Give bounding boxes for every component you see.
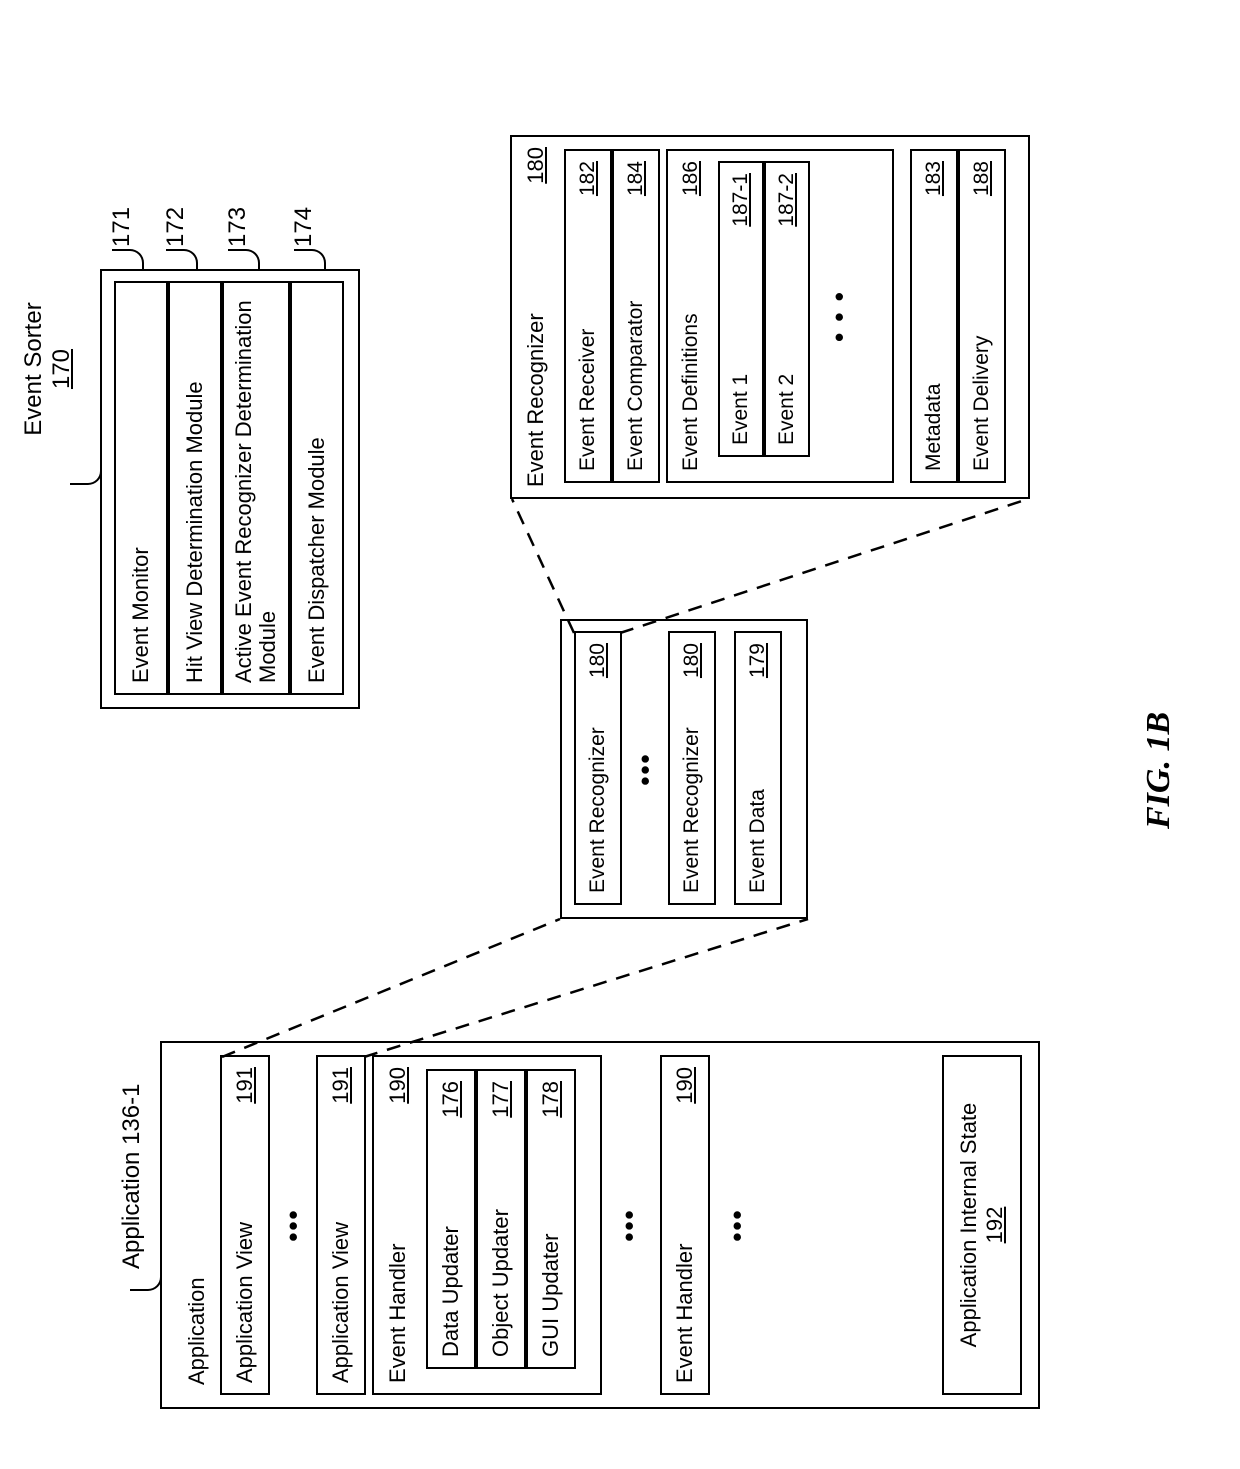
event-definitions-header: Event Definitions 186 [668,151,714,481]
ellipsis: ••• [614,1043,645,1407]
row-label: Event Delivery [970,208,994,471]
app-view-row-1: Application View 191 [316,1055,366,1395]
recognizer-detail-row-1: Event Comparator 184 [612,149,660,483]
row-label: Application View [232,1116,258,1383]
row-label: Event Data [746,690,770,893]
leader-tick [112,249,144,269]
recognizer-detail-box: Event Recognizer 180 Event Receiver 182 … [510,135,1030,499]
row-ref: 180 [680,643,704,690]
row-label: Metadata [922,208,946,471]
event-def-row-0: Event 1 187-1 [718,161,764,457]
row-label: Active Event Recognizer Determination Mo… [232,293,280,683]
ref-174: 174 [290,207,318,247]
row-ref: 187-2 [775,173,799,239]
event-handler-row-1: Object Updater 177 [476,1069,526,1369]
recognizer-group-box: Event Recognizer 180 ••• Event Recognize… [560,619,808,919]
row-ref: 190 [385,1067,411,1116]
row-ref: 187-1 [729,173,753,239]
event-data-row: Event Data 179 [734,631,782,905]
event-sorter-title: Event Sorter 170 [20,289,76,449]
row-label: Application View [328,1116,354,1383]
event-sorter-row-1: Hit View Determination Module [168,281,222,695]
figure-label: FIG. 1B [1140,712,1178,829]
ref-171: 171 [108,207,136,247]
row-label: Event 2 [775,239,799,445]
event-definitions-box: Event Definitions 186 Event 1 187-1 Even… [666,149,894,483]
leader-tick-application [130,1271,162,1291]
row-label: Event Recognizer [523,196,549,487]
recognizer-detail-row-0: Event Receiver 182 [564,149,612,483]
application-box: Application Application View 191 ••• App… [160,1041,1040,1409]
application-header-text: Application [184,1065,210,1385]
leader-tick-event-sorter [70,465,102,485]
row-ref: 191 [328,1067,354,1116]
row-label: Event Handler [385,1116,411,1383]
leader-tick [228,249,260,269]
row-label: Event Recognizer [680,690,704,893]
row-label: Event 1 [729,239,753,445]
event-handler-header: Event Handler 190 [374,1057,422,1393]
recognizer-row-0: Event Recognizer 180 [574,631,622,905]
row-ref: 186 [679,161,703,208]
row-ref: 183 [922,161,946,208]
row-label: Event Recognizer [586,690,610,893]
event-sorter-row-0: Event Monitor [114,281,168,695]
row-ref: 192 [982,1207,1008,1244]
app-view-row-0: Application View 191 [220,1055,270,1395]
event-sorter-box: Event Monitor Hit View Determination Mod… [100,269,360,709]
row-label: Event Monitor [128,293,154,683]
row-label: Event Dispatcher Module [304,293,330,683]
row-ref: 176 [438,1081,464,1130]
row-label: Event Handler [672,1116,698,1383]
ellipsis: ••• [630,621,661,917]
application-callout: Application 136-1 [118,1084,146,1269]
row-ref: 190 [672,1067,698,1116]
row-label: Data Updater [438,1130,464,1357]
ellipsis: ••• [722,1043,753,1407]
event-sorter-row-3: Event Dispatcher Module [290,281,344,695]
row-label: Event Receiver [576,208,600,471]
app-internal-state: Application Internal State 192 [942,1055,1022,1395]
event-handler-row-0: Data Updater 176 [426,1069,476,1369]
ref-172: 172 [162,207,190,247]
row-ref: 179 [746,643,770,690]
row-ref: 180 [586,643,610,690]
event-sorter-row-2: Active Event Recognizer Determination Mo… [222,281,290,695]
event-sorter-title-text: Event Sorter [20,302,47,435]
row-ref: 184 [624,161,648,208]
row-ref: 191 [232,1067,258,1116]
row-label: Hit View Determination Module [182,293,208,683]
diagram-canvas: Event Sorter 170 Event Monitor Hit View … [0,229,1240,1469]
event-def-row-1: Event 2 187-2 [764,161,810,457]
event-handler-row-2: GUI Updater 178 [526,1069,576,1369]
recognizer-row-1: Event Recognizer 180 [668,631,716,905]
ellipsis: • • • [824,151,855,481]
recognizer-detail-row-metadata: Metadata 183 [910,149,958,483]
recognizer-detail-header: Event Recognizer 180 [512,137,560,497]
ref-173: 173 [224,207,252,247]
row-label: Event Definitions [679,208,703,471]
row-label: Application Internal State [956,1103,982,1348]
leader-tick [166,249,198,269]
leader-tick [294,249,326,269]
ellipsis: ••• [278,1043,309,1407]
row-ref: 182 [576,161,600,208]
event-handler-box: Event Handler 190 Data Updater 176 Objec… [372,1055,602,1395]
row-ref: 188 [970,161,994,208]
event-sorter-ref: 170 [48,349,75,389]
application-header: Application [174,1055,220,1395]
row-ref: 177 [488,1081,514,1130]
row-label: Object Updater [488,1130,514,1357]
row-label: GUI Updater [538,1130,564,1357]
row-ref: 178 [538,1081,564,1130]
recognizer-detail-row-delivery: Event Delivery 188 [958,149,1006,483]
row-ref: 180 [523,147,549,196]
event-handler-row-second: Event Handler 190 [660,1055,710,1395]
row-label: Event Comparator [624,208,648,471]
